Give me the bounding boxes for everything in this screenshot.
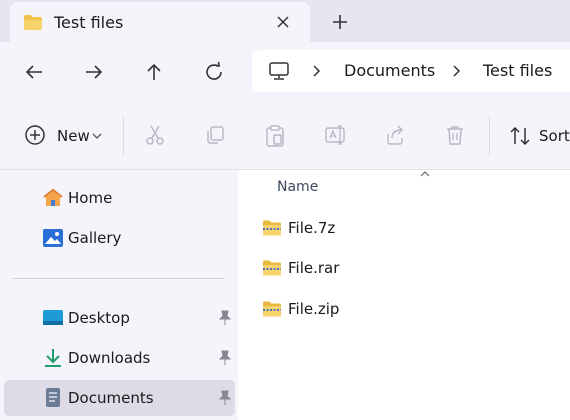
pin-icon[interactable] [218, 390, 232, 406]
sort-button[interactable]: Sort [539, 127, 570, 145]
close-icon[interactable] [273, 12, 293, 32]
list-item[interactable]: File.rar [262, 253, 552, 285]
breadcrumb-documents[interactable]: Documents [344, 61, 435, 80]
add-icon[interactable] [24, 124, 46, 146]
new-button[interactable]: New [57, 127, 90, 145]
new-tab-icon[interactable] [328, 10, 352, 34]
gallery-icon [43, 229, 63, 247]
pin-icon[interactable] [218, 350, 232, 366]
cut-icon[interactable] [144, 124, 166, 146]
sort-ascending-icon [420, 171, 430, 177]
chevron-down-icon[interactable] [92, 132, 102, 140]
column-header-name[interactable]: Name [277, 179, 318, 195]
sidebar-item-home[interactable]: Home [4, 180, 235, 216]
sidebar-divider [12, 278, 225, 279]
tab-title: Test files [54, 13, 124, 32]
pin-icon[interactable] [218, 310, 232, 326]
sidebar-item-downloads[interactable]: Downloads [4, 340, 235, 376]
chevron-right-icon[interactable] [450, 64, 462, 78]
desktop-icon [43, 310, 63, 325]
sidebar-item-desktop[interactable]: Desktop [4, 300, 235, 336]
sidebar-item-label: Desktop [68, 309, 130, 327]
zip-folder-icon [263, 260, 281, 276]
breadcrumb-test-files[interactable]: Test files [483, 61, 552, 80]
list-item[interactable]: File.7z [262, 213, 552, 245]
folder-icon [24, 15, 42, 30]
refresh-icon[interactable] [201, 59, 227, 85]
toolbar-divider [489, 116, 490, 156]
file-name: File.rar [288, 259, 340, 277]
navigation-pane: Home Gallery Desktop Downloads Documents [0, 170, 238, 420]
up-arrow-icon[interactable] [141, 59, 167, 85]
sort-icon[interactable] [508, 125, 532, 147]
home-icon [43, 188, 63, 206]
back-arrow-icon[interactable] [21, 59, 47, 85]
rename-icon[interactable] [324, 124, 348, 146]
command-bar: New Sort [0, 102, 570, 170]
sidebar-item-gallery[interactable]: Gallery [4, 220, 235, 256]
file-name: File.7z [288, 219, 336, 237]
zip-folder-icon [263, 220, 281, 236]
forward-arrow-icon[interactable] [81, 59, 107, 85]
documents-icon [46, 388, 60, 407]
sidebar-item-label: Home [68, 189, 113, 207]
paste-icon[interactable] [264, 124, 286, 148]
list-item[interactable]: File.zip [262, 294, 552, 326]
sidebar-item-label: Documents [68, 389, 154, 407]
toolbar-divider [123, 116, 124, 156]
sidebar-item-label: Downloads [68, 349, 151, 367]
this-pc-icon[interactable] [268, 61, 290, 81]
address-bar[interactable]: Documents Test files [252, 50, 570, 92]
share-icon[interactable] [384, 124, 406, 146]
chevron-right-icon[interactable] [310, 64, 322, 78]
sidebar-item-label: Gallery [68, 229, 122, 247]
file-name: File.zip [288, 300, 340, 318]
tab-test-files[interactable]: Test files [10, 2, 310, 42]
download-icon [45, 349, 61, 367]
delete-icon[interactable] [444, 124, 466, 146]
tab-strip: Test files [0, 0, 570, 42]
navigation-bar: Documents Test files [0, 42, 570, 102]
zip-folder-icon [263, 301, 281, 317]
file-list: Name File.7z File.rar File.zip [238, 170, 570, 420]
copy-icon[interactable] [204, 124, 226, 146]
sidebar-item-documents[interactable]: Documents [4, 380, 235, 416]
